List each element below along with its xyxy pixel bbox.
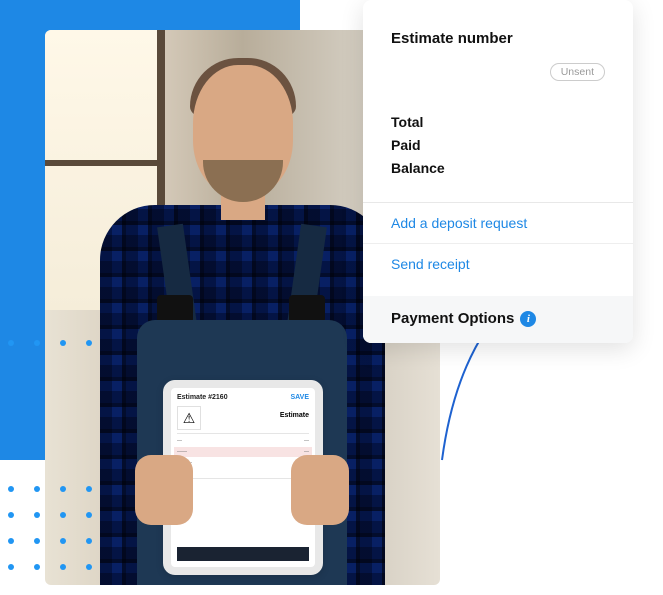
send-receipt-link[interactable]: Send receipt [391, 244, 605, 284]
tablet-header: Estimate #2160 SAVE [177, 394, 309, 404]
person-beard [203, 160, 283, 202]
tablet-save-action: SAVE [290, 394, 309, 401]
overall-buckle-right [289, 295, 325, 323]
person-hand-left [135, 455, 193, 525]
overall-buckle-left [157, 295, 193, 323]
person-hand-right [291, 455, 349, 525]
tablet-highlighted-row: ——— [174, 447, 312, 457]
tablet-header-title: Estimate #2160 [177, 394, 228, 401]
payment-options-label: Payment Options [391, 310, 514, 327]
tablet-footer-bar [177, 547, 309, 561]
tablet-logo-icon: ⚠ [177, 406, 201, 430]
payment-options-section[interactable]: Payment Options i [363, 296, 633, 343]
info-icon[interactable]: i [520, 311, 536, 327]
total-label: Total [391, 111, 605, 134]
estimate-card: Estimate number Unsent Total Paid Balanc… [363, 0, 633, 343]
decorative-dots-bottom [8, 486, 92, 570]
decorative-dots-middle [8, 340, 92, 346]
balance-label: Balance [391, 157, 605, 180]
tablet-doc-title: Estimate [205, 406, 309, 419]
status-badge-unsent: Unsent [550, 63, 605, 81]
add-deposit-link[interactable]: Add a deposit request [391, 203, 605, 243]
summary-block: Total Paid Balance [391, 111, 605, 180]
tablet-logo-row: ⚠ Estimate [177, 406, 309, 430]
paid-label: Paid [391, 134, 605, 157]
estimate-heading: Estimate number [391, 30, 605, 47]
